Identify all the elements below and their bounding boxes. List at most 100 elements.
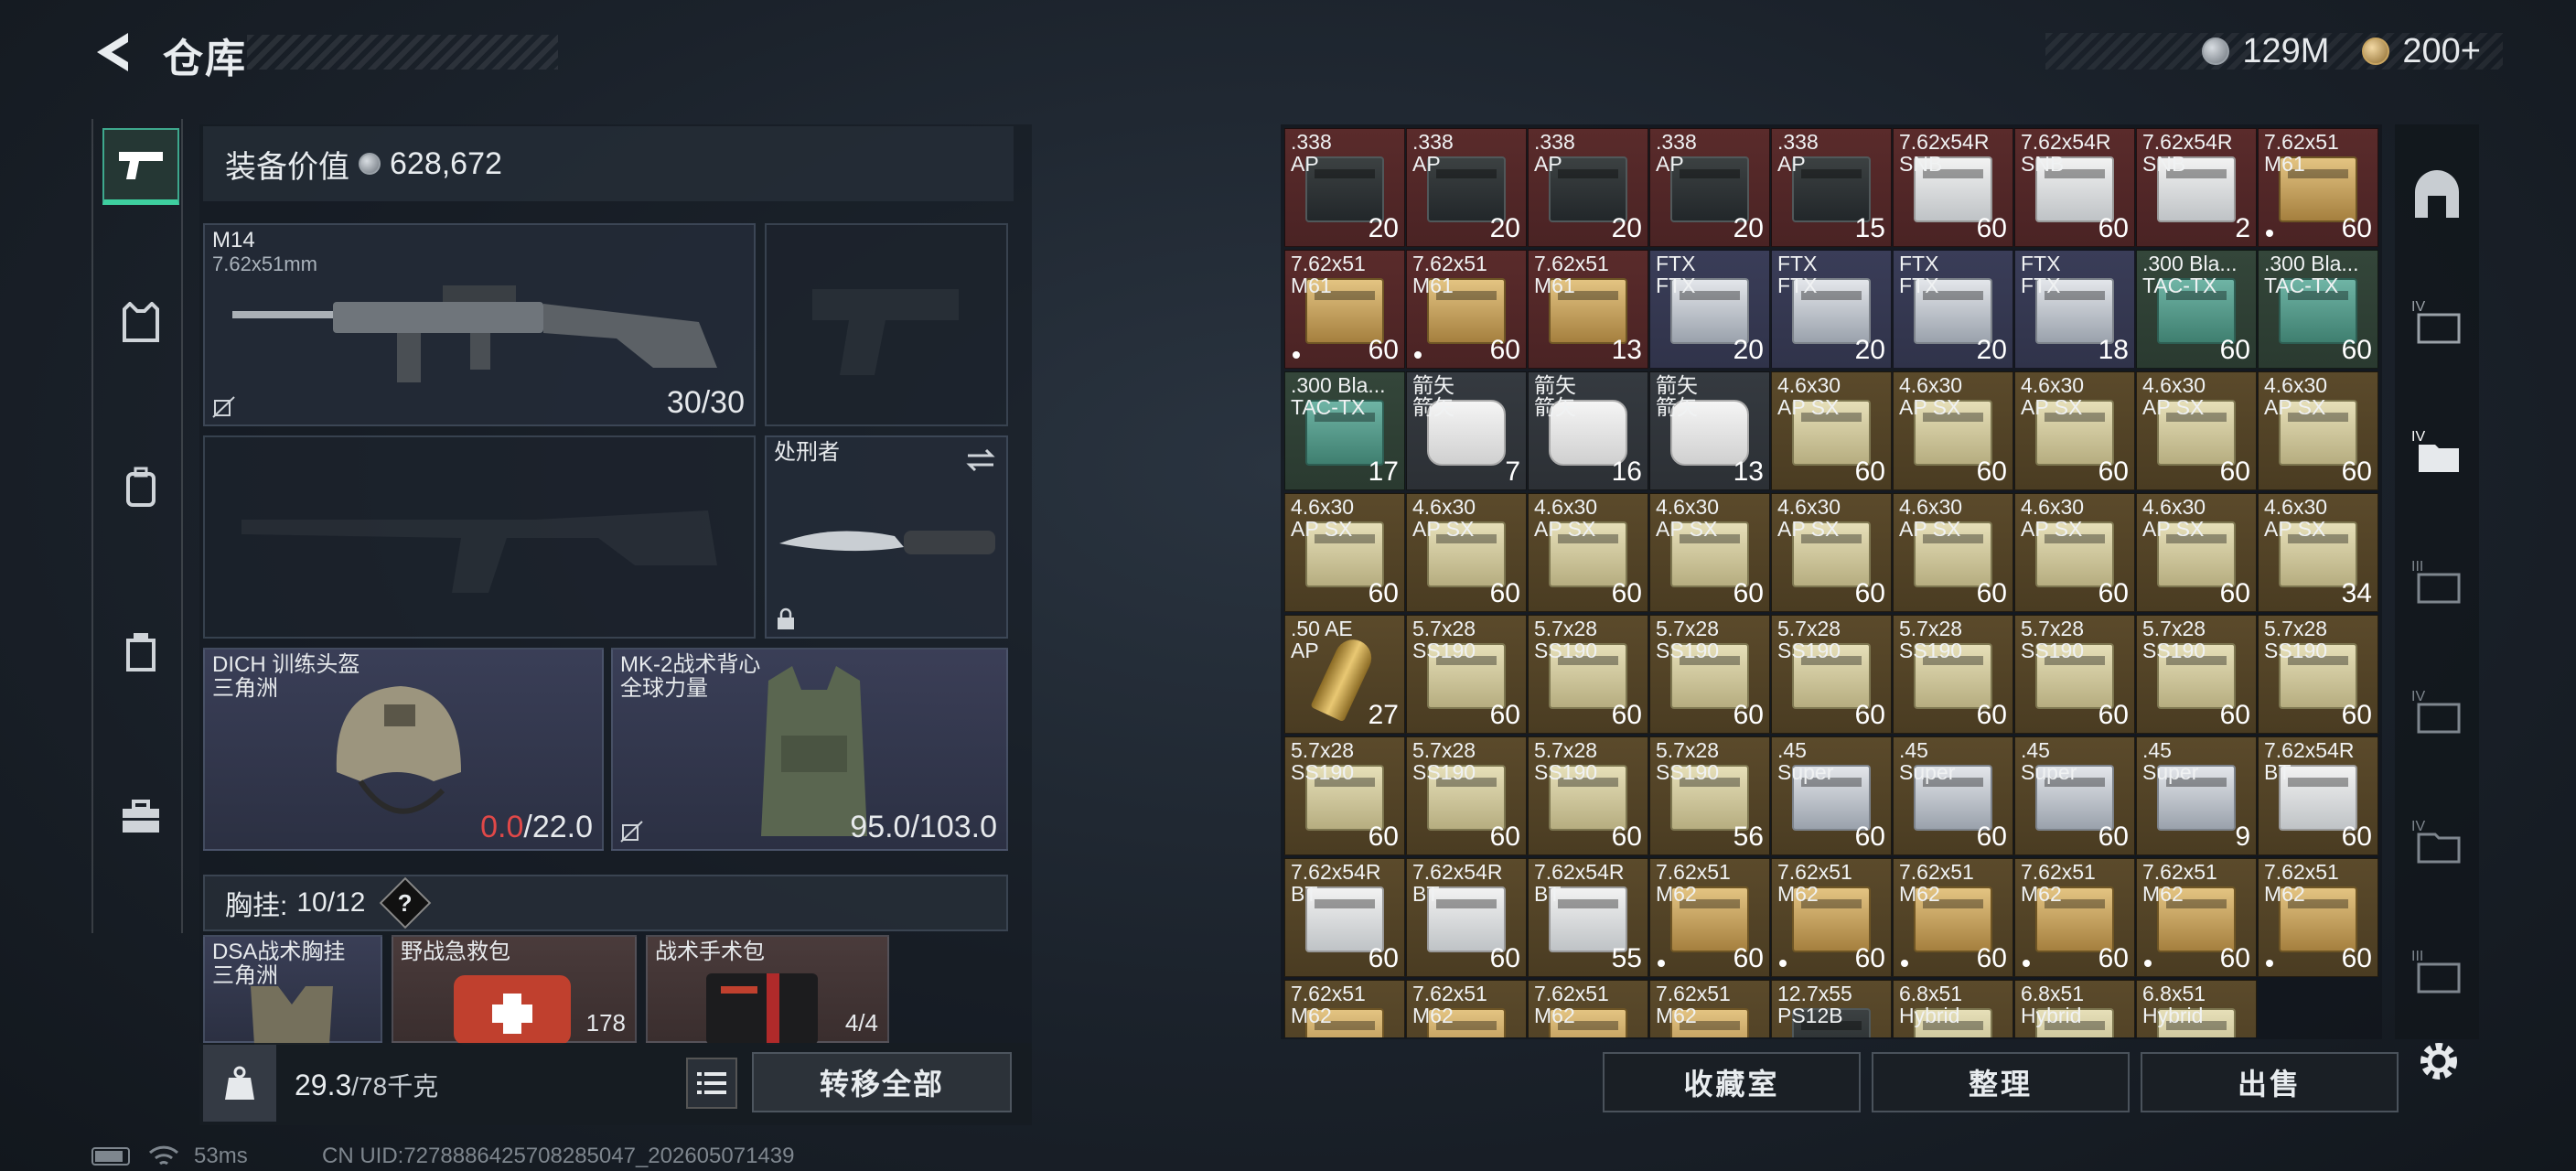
stash-item[interactable]: 5.7x28 SS190 60 — [1284, 736, 1405, 855]
stash-item[interactable]: 5.7x28 SS190 60 — [2014, 615, 2135, 734]
stash-item[interactable]: 7.62x51 M61 60 — [1406, 250, 1527, 369]
rail-page-4[interactable]: IV — [2399, 671, 2475, 748]
stash-grid[interactable]: .338 AP 20.338 AP 20.338 AP 20.338 AP 20.338… — [1284, 128, 2382, 1037]
stash-item[interactable]: 箭矢 箭矢 13 — [1649, 371, 1770, 490]
stash-item[interactable]: .338 AP 15 — [1771, 128, 1892, 247]
stash-item[interactable]: FTX FTX 20 — [1649, 250, 1770, 369]
stash-item[interactable]: 7.62x51 M62 60 — [1893, 858, 2013, 977]
stash-item[interactable]: 7.62x54R SNB 60 — [2014, 128, 2135, 247]
stash-item[interactable]: 7.62x54R SNB 2 — [2136, 128, 2257, 247]
secondary-weapon-slot[interactable] — [203, 435, 756, 639]
rail-backpack[interactable] — [102, 448, 179, 525]
organize-button[interactable]: 整理 — [1872, 1052, 2130, 1112]
stash-item[interactable]: 6.8x51 Hybrid — [1893, 980, 2013, 1037]
stash-item[interactable]: 7.62x51 M61 60 — [1284, 250, 1405, 369]
transfer-all-button[interactable]: 转移全部 — [752, 1052, 1012, 1112]
stash-item[interactable]: 7.62x54R BT 55 — [1528, 858, 1648, 977]
stash-item[interactable]: 5.7x28 SS190 60 — [1528, 615, 1648, 734]
stash-item[interactable]: 4.6x30 AP SX 60 — [1893, 493, 2013, 612]
stash-item[interactable]: .338 AP 20 — [1406, 128, 1527, 247]
stash-item[interactable]: FTX FTX 18 — [2014, 250, 2135, 369]
stash-item[interactable]: .45 Super 60 — [1771, 736, 1892, 855]
stash-item[interactable]: 5.7x28 SS190 60 — [1406, 615, 1527, 734]
stash-item[interactable]: 7.62x51 M61 60 — [2258, 128, 2378, 247]
stash-item[interactable]: 5.7x28 SS190 60 — [1649, 615, 1770, 734]
rail-home[interactable] — [2399, 156, 2475, 232]
pistol-slot[interactable] — [765, 223, 1008, 426]
stash-item[interactable]: .45 Super 9 — [2136, 736, 2257, 855]
rail-weapons[interactable] — [102, 128, 179, 205]
stash-item[interactable]: 7.62x51 M62 — [1649, 980, 1770, 1037]
rail-page-3[interactable]: III — [2399, 542, 2475, 618]
stash-item[interactable]: .300 Bla... TAC-TX 60 — [2258, 250, 2378, 369]
stash-item[interactable]: 7.62x51 M61 13 — [1528, 250, 1648, 369]
stash-item[interactable]: 7.62x51 M62 60 — [1649, 858, 1770, 977]
stash-item[interactable]: 7.62x51 M62 — [1284, 980, 1405, 1037]
vest-item-surgery-kit[interactable]: 战术手术包 4/4 — [646, 935, 889, 1045]
rail-vest[interactable] — [102, 284, 179, 360]
stash-item[interactable]: .338 AP 20 — [1284, 128, 1405, 247]
settings-button[interactable] — [2411, 1034, 2466, 1089]
rail-page-5[interactable]: IV — [2399, 801, 2475, 878]
stash-item[interactable]: 箭矢 箭矢 7 — [1406, 371, 1527, 490]
list-view-button[interactable] — [686, 1058, 737, 1109]
rail-container[interactable] — [102, 613, 179, 690]
vest-item-first-aid[interactable]: 野战急救包 178 — [392, 935, 637, 1045]
stash-item[interactable]: 7.62x54R BT 60 — [2258, 736, 2378, 855]
stash-item[interactable]: 4.6x30 AP SX 60 — [2014, 493, 2135, 612]
stash-item[interactable]: 4.6x30 AP SX 60 — [2136, 493, 2257, 612]
stash-item[interactable]: .50 AE AP 27 — [1284, 615, 1405, 734]
stash-item[interactable]: 5.7x28 SS190 60 — [1771, 615, 1892, 734]
melee-slot[interactable]: 处刑者 — [765, 435, 1008, 639]
stash-item[interactable]: 5.7x28 SS190 60 — [2136, 615, 2257, 734]
stash-item[interactable]: 4.6x30 AP SX 60 — [2014, 371, 2135, 490]
stash-item[interactable]: 4.6x30 AP SX 60 — [2258, 371, 2378, 490]
stash-item[interactable]: 5.7x28 SS190 60 — [1528, 736, 1648, 855]
stash-item[interactable]: 4.6x30 AP SX 60 — [1528, 493, 1648, 612]
weight-button[interactable] — [203, 1045, 276, 1122]
stash-item[interactable]: 4.6x30 AP SX 60 — [1893, 371, 2013, 490]
rail-page-2[interactable]: IV — [2399, 412, 2475, 489]
stash-item[interactable]: 4.6x30 AP SX 60 — [1771, 493, 1892, 612]
stash-item[interactable]: 4.6x30 AP SX 60 — [1771, 371, 1892, 490]
sell-button[interactable]: 出售 — [2141, 1052, 2399, 1112]
stash-item[interactable]: 4.6x30 AP SX 60 — [1284, 493, 1405, 612]
stash-item[interactable]: 7.62x51 M62 — [1528, 980, 1648, 1037]
stash-item[interactable]: 7.62x51 M62 60 — [2014, 858, 2135, 977]
stash-item[interactable]: 7.62x51 M62 — [1406, 980, 1527, 1037]
primary-weapon-slot[interactable]: M14 7.62x51mm 30/30 — [203, 223, 756, 426]
back-button[interactable] — [88, 27, 137, 77]
rail-toolbox[interactable] — [102, 778, 179, 854]
stash-item[interactable]: .45 Super 60 — [2014, 736, 2135, 855]
collection-room-button[interactable]: 收藏室 — [1603, 1052, 1861, 1112]
stash-item[interactable]: 7.62x51 M62 60 — [1771, 858, 1892, 977]
stash-item[interactable]: .300 Bla... TAC-TX 60 — [2136, 250, 2257, 369]
stash-item[interactable]: 12.7x55 PS12B — [1771, 980, 1892, 1037]
stash-item[interactable]: 5.7x28 SS190 60 — [1893, 615, 2013, 734]
stash-item[interactable]: 6.8x51 Hybrid — [2014, 980, 2135, 1037]
stash-item[interactable]: 7.62x51 M62 60 — [2136, 858, 2257, 977]
stash-item[interactable]: .45 Super 60 — [1893, 736, 2013, 855]
helmet-slot[interactable]: DICH 训练头盔 三角洲 0.0/22.0 — [203, 648, 604, 851]
stash-item[interactable]: 4.6x30 AP SX 34 — [2258, 493, 2378, 612]
stash-item[interactable]: 5.7x28 SS190 56 — [1649, 736, 1770, 855]
armor-slot[interactable]: MK-2战术背心 全球力量 95.0/103.0 — [611, 648, 1008, 851]
stash-item[interactable]: 4.6x30 AP SX 60 — [1406, 493, 1527, 612]
stash-item[interactable]: 7.62x51 M62 60 — [2258, 858, 2378, 977]
stash-item[interactable]: 箭矢 箭矢 16 — [1528, 371, 1648, 490]
swap-icon[interactable] — [964, 446, 997, 474]
stash-item[interactable]: 4.6x30 AP SX 60 — [1649, 493, 1770, 612]
stash-item[interactable]: .338 AP 20 — [1649, 128, 1770, 247]
stash-item[interactable]: .300 Bla... TAC-TX 17 — [1284, 371, 1405, 490]
stash-item[interactable]: 5.7x28 SS190 60 — [1406, 736, 1527, 855]
vest-item-rig[interactable]: DSA战术胸挂 三角洲 — [203, 935, 382, 1045]
rail-page-6[interactable]: III — [2399, 931, 2475, 1008]
stash-item[interactable]: .338 AP 20 — [1528, 128, 1648, 247]
help-button[interactable]: ? — [380, 876, 432, 929]
stash-item[interactable]: 7.62x54R BT 60 — [1406, 858, 1527, 977]
stash-item[interactable]: 5.7x28 SS190 60 — [2258, 615, 2378, 734]
stash-item[interactable]: 7.62x54R BT 60 — [1284, 858, 1405, 977]
stash-item[interactable]: 7.62x54R SNB 60 — [1893, 128, 2013, 247]
stash-item[interactable]: 4.6x30 AP SX 60 — [2136, 371, 2257, 490]
rail-page-1[interactable]: IV — [2399, 282, 2475, 359]
